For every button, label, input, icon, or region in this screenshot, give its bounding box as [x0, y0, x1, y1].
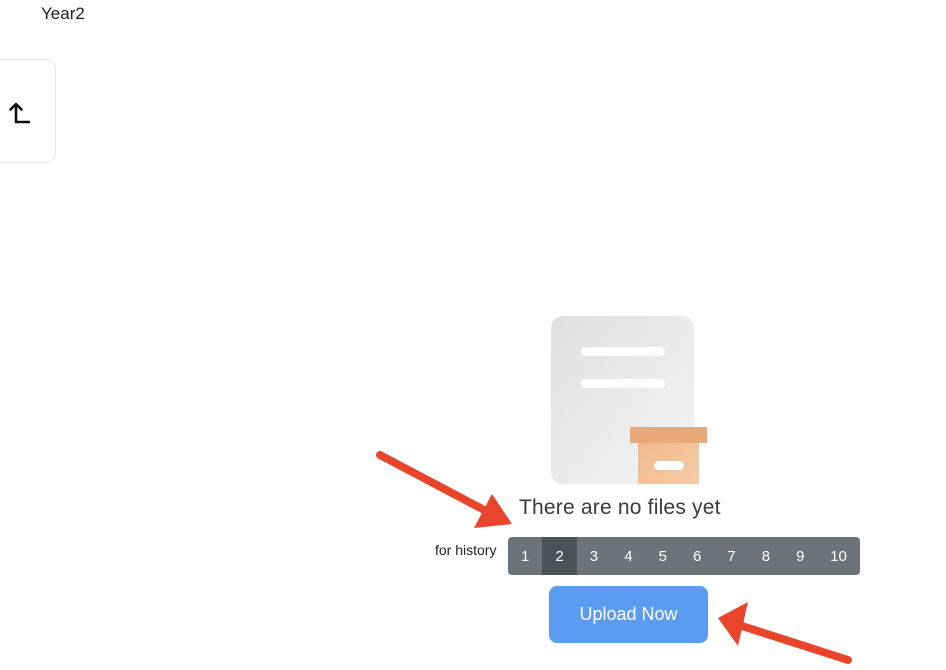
history-selector: 1 2 3 4 5 6 7 8 9 10: [508, 537, 860, 575]
empty-files-illustration: [550, 315, 710, 487]
history-item-6[interactable]: 6: [680, 537, 714, 575]
history-item-3[interactable]: 3: [577, 537, 611, 575]
back-button[interactable]: [0, 59, 56, 163]
history-item-9[interactable]: 9: [783, 537, 817, 575]
history-item-5[interactable]: 5: [646, 537, 680, 575]
history-item-2[interactable]: 2: [542, 537, 577, 575]
annotation-arrow-left: [376, 451, 512, 528]
arrow-up-left-icon: [9, 102, 31, 124]
upload-now-button[interactable]: Upload Now: [549, 586, 708, 643]
annotation-arrow-right: [718, 602, 852, 664]
history-item-4[interactable]: 4: [611, 537, 645, 575]
empty-folder-box-icon: [551, 316, 707, 484]
history-item-10[interactable]: 10: [818, 537, 860, 575]
empty-state-message: There are no files yet: [519, 496, 721, 519]
history-label: for history: [435, 542, 497, 558]
history-item-1[interactable]: 1: [508, 537, 542, 575]
folder-title: Year2: [41, 4, 85, 23]
history-item-8[interactable]: 8: [749, 537, 783, 575]
history-item-7[interactable]: 7: [714, 537, 748, 575]
